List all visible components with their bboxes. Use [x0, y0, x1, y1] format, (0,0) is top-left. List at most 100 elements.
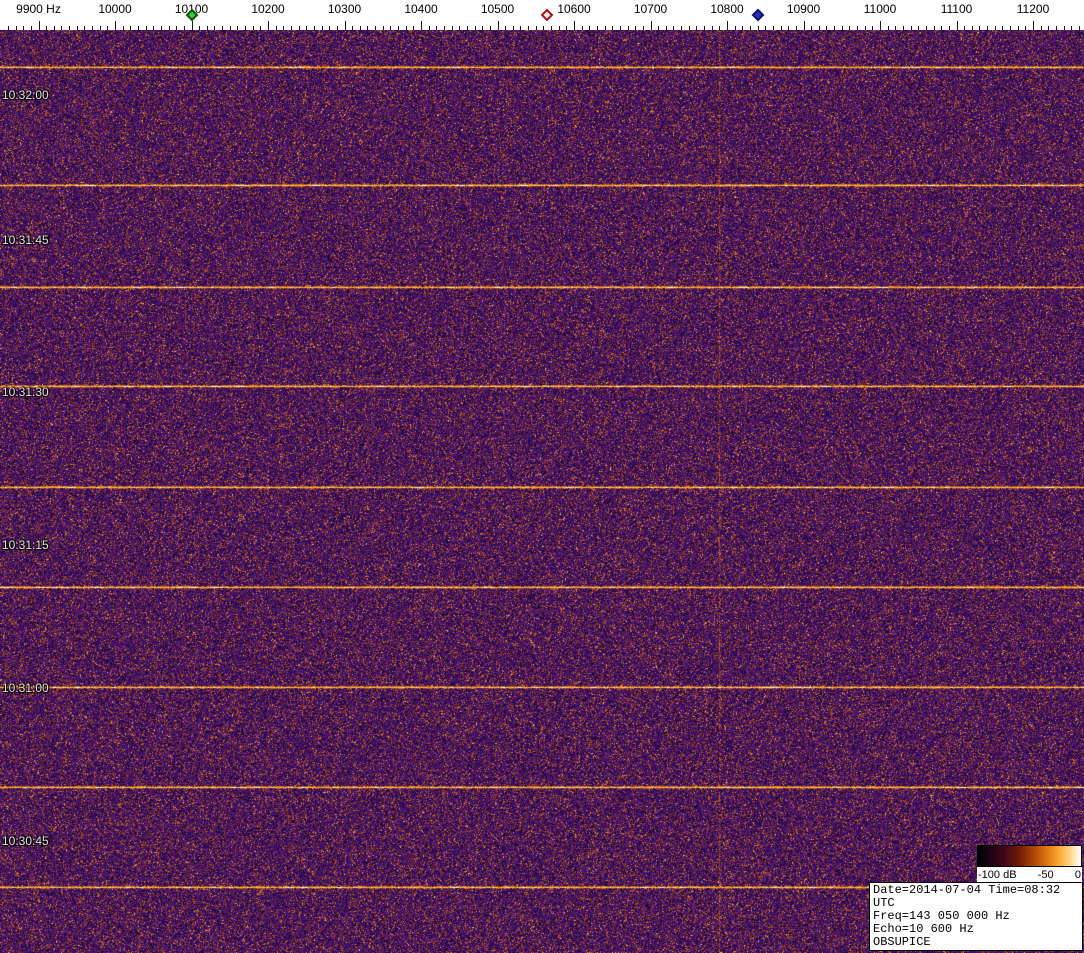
- freq-minor-tick: [888, 26, 889, 30]
- freq-minor-tick: [23, 26, 24, 30]
- freq-minor-tick: [865, 26, 866, 30]
- freq-minor-tick: [995, 26, 996, 30]
- freq-minor-tick: [628, 26, 629, 30]
- frequency-ruler[interactable]: 9900 Hz100001010010200103001040010500106…: [0, 0, 1084, 30]
- freq-minor-tick: [513, 26, 514, 30]
- freq-tick-label: 10200: [251, 2, 285, 16]
- freq-minor-tick: [367, 26, 368, 30]
- freq-major-tick: [192, 21, 193, 30]
- freq-major-tick: [804, 21, 805, 30]
- freq-major-tick: [880, 21, 881, 30]
- freq-minor-tick: [735, 26, 736, 30]
- freq-minor-tick: [1048, 26, 1049, 30]
- freq-minor-tick: [903, 26, 904, 30]
- freq-minor-tick: [214, 26, 215, 30]
- freq-tick-label: 10000: [98, 2, 132, 16]
- freq-minor-tick: [176, 26, 177, 30]
- spectrogram-canvas: [0, 30, 1084, 953]
- colorbar-min-label: -100 dB: [978, 868, 1017, 881]
- freq-minor-tick: [857, 26, 858, 30]
- freq-minor-tick: [459, 26, 460, 30]
- freq-minor-tick: [230, 26, 231, 30]
- freq-minor-tick: [46, 26, 47, 30]
- freq-minor-tick: [245, 26, 246, 30]
- info-box: Date=2014-07-04 Time=08:32 UTC Freq=143 …: [869, 882, 1083, 951]
- freq-minor-tick: [1056, 26, 1057, 30]
- freq-minor-tick: [1071, 26, 1072, 30]
- freq-minor-tick: [505, 26, 506, 30]
- freq-minor-tick: [92, 26, 93, 30]
- freq-minor-tick: [979, 26, 980, 30]
- freq-minor-tick: [490, 26, 491, 30]
- freq-minor-tick: [260, 26, 261, 30]
- freq-minor-tick: [322, 26, 323, 30]
- freq-tick-label: 10900: [786, 2, 821, 16]
- freq-minor-tick: [704, 26, 705, 30]
- freq-minor-tick: [536, 26, 537, 30]
- freq-minor-tick: [398, 26, 399, 30]
- info-line-station: OBSUPICE: [873, 935, 931, 949]
- colorbar-scale-labels: -100 dB -50 0: [977, 867, 1082, 882]
- freq-minor-tick: [666, 26, 667, 30]
- freq-minor-tick: [352, 26, 353, 30]
- time-axis-label: 10:32:00: [2, 88, 49, 102]
- freq-minor-tick: [390, 26, 391, 30]
- freq-minor-tick: [934, 26, 935, 30]
- spectrogram-area: 10:32:00 10:31:45 10:31:30 10:31:15 10:31:00…: [0, 30, 1084, 953]
- freq-minor-tick: [84, 26, 85, 30]
- freq-minor-tick: [276, 26, 277, 30]
- freq-minor-tick: [100, 26, 101, 30]
- freq-minor-tick: [31, 26, 32, 30]
- freq-minor-tick: [452, 26, 453, 30]
- freq-major-tick: [115, 21, 116, 30]
- freq-minor-tick: [589, 26, 590, 30]
- freq-minor-tick: [146, 26, 147, 30]
- freq-minor-tick: [612, 26, 613, 30]
- freq-minor-tick: [551, 26, 552, 30]
- freq-minor-tick: [826, 26, 827, 30]
- freq-minor-tick: [895, 26, 896, 30]
- freq-minor-tick: [681, 26, 682, 30]
- freq-minor-tick: [987, 26, 988, 30]
- freq-minor-tick: [138, 26, 139, 30]
- freq-minor-tick: [719, 26, 720, 30]
- freq-minor-tick: [314, 26, 315, 30]
- freq-minor-tick: [77, 26, 78, 30]
- red-freq-marker[interactable]: [540, 8, 554, 22]
- freq-minor-tick: [16, 26, 17, 30]
- freq-minor-tick: [1018, 26, 1019, 30]
- intensity-colorbar: -100 dB -50 0: [977, 845, 1082, 882]
- colorbar-mid-label: -50: [1037, 868, 1054, 881]
- freq-minor-tick: [520, 26, 521, 30]
- freq-tick-label: 11000: [863, 2, 897, 16]
- blue-freq-marker[interactable]: [751, 8, 764, 22]
- freq-major-tick: [1033, 21, 1034, 30]
- freq-minor-tick: [842, 26, 843, 30]
- freq-minor-tick: [237, 26, 238, 30]
- freq-minor-tick: [796, 26, 797, 30]
- freq-minor-tick: [597, 26, 598, 30]
- freq-minor-tick: [781, 26, 782, 30]
- freq-minor-tick: [964, 26, 965, 30]
- freq-major-tick: [345, 21, 346, 30]
- freq-minor-tick: [911, 26, 912, 30]
- freq-minor-tick: [130, 26, 131, 30]
- freq-minor-tick: [750, 26, 751, 30]
- freq-minor-tick: [949, 26, 950, 30]
- freq-minor-tick: [329, 26, 330, 30]
- freq-minor-tick: [444, 26, 445, 30]
- freq-minor-tick: [765, 26, 766, 30]
- freq-tick-label: 10700: [633, 2, 668, 16]
- freq-major-tick: [39, 21, 40, 30]
- freq-minor-tick: [406, 26, 407, 30]
- freq-minor-tick: [635, 26, 636, 30]
- freq-minor-tick: [8, 26, 9, 30]
- freq-minor-tick: [222, 26, 223, 30]
- freq-minor-tick: [360, 26, 361, 30]
- freq-minor-tick: [926, 26, 927, 30]
- freq-minor-tick: [559, 26, 560, 30]
- freq-major-tick: [957, 21, 958, 30]
- freq-tick-label: 10300: [327, 2, 362, 16]
- freq-minor-tick: [475, 26, 476, 30]
- freq-minor-tick: [299, 26, 300, 30]
